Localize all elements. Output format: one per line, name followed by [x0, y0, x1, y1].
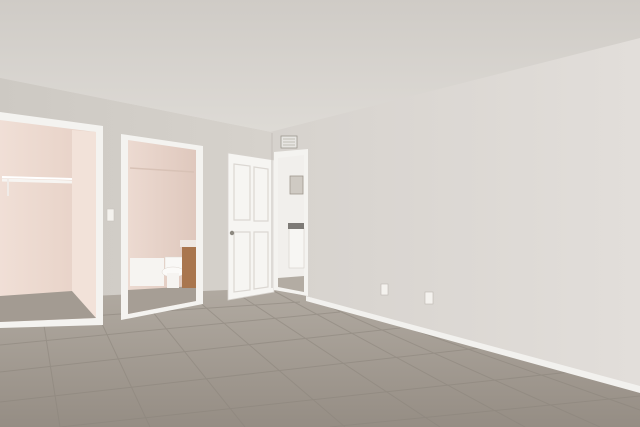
kitchen-cabinet: [288, 227, 305, 269]
electrical-outlet-2: [424, 291, 434, 305]
vanity-cabinet: [182, 246, 196, 288]
light-switch: [106, 208, 115, 222]
door-knob: [229, 230, 235, 236]
room-illustration: [0, 0, 640, 427]
room-photo: [0, 0, 640, 427]
kitchen-counter: [288, 223, 304, 229]
bathtub: [130, 258, 164, 286]
electrical-outlet: [380, 283, 389, 296]
kitchen-window: [289, 175, 304, 195]
toilet-base: [167, 273, 179, 288]
open-panel-door: [227, 152, 275, 301]
closet-rod: [1, 178, 73, 184]
vanity-counter: [180, 240, 196, 247]
closet-side-wall: [72, 130, 96, 318]
